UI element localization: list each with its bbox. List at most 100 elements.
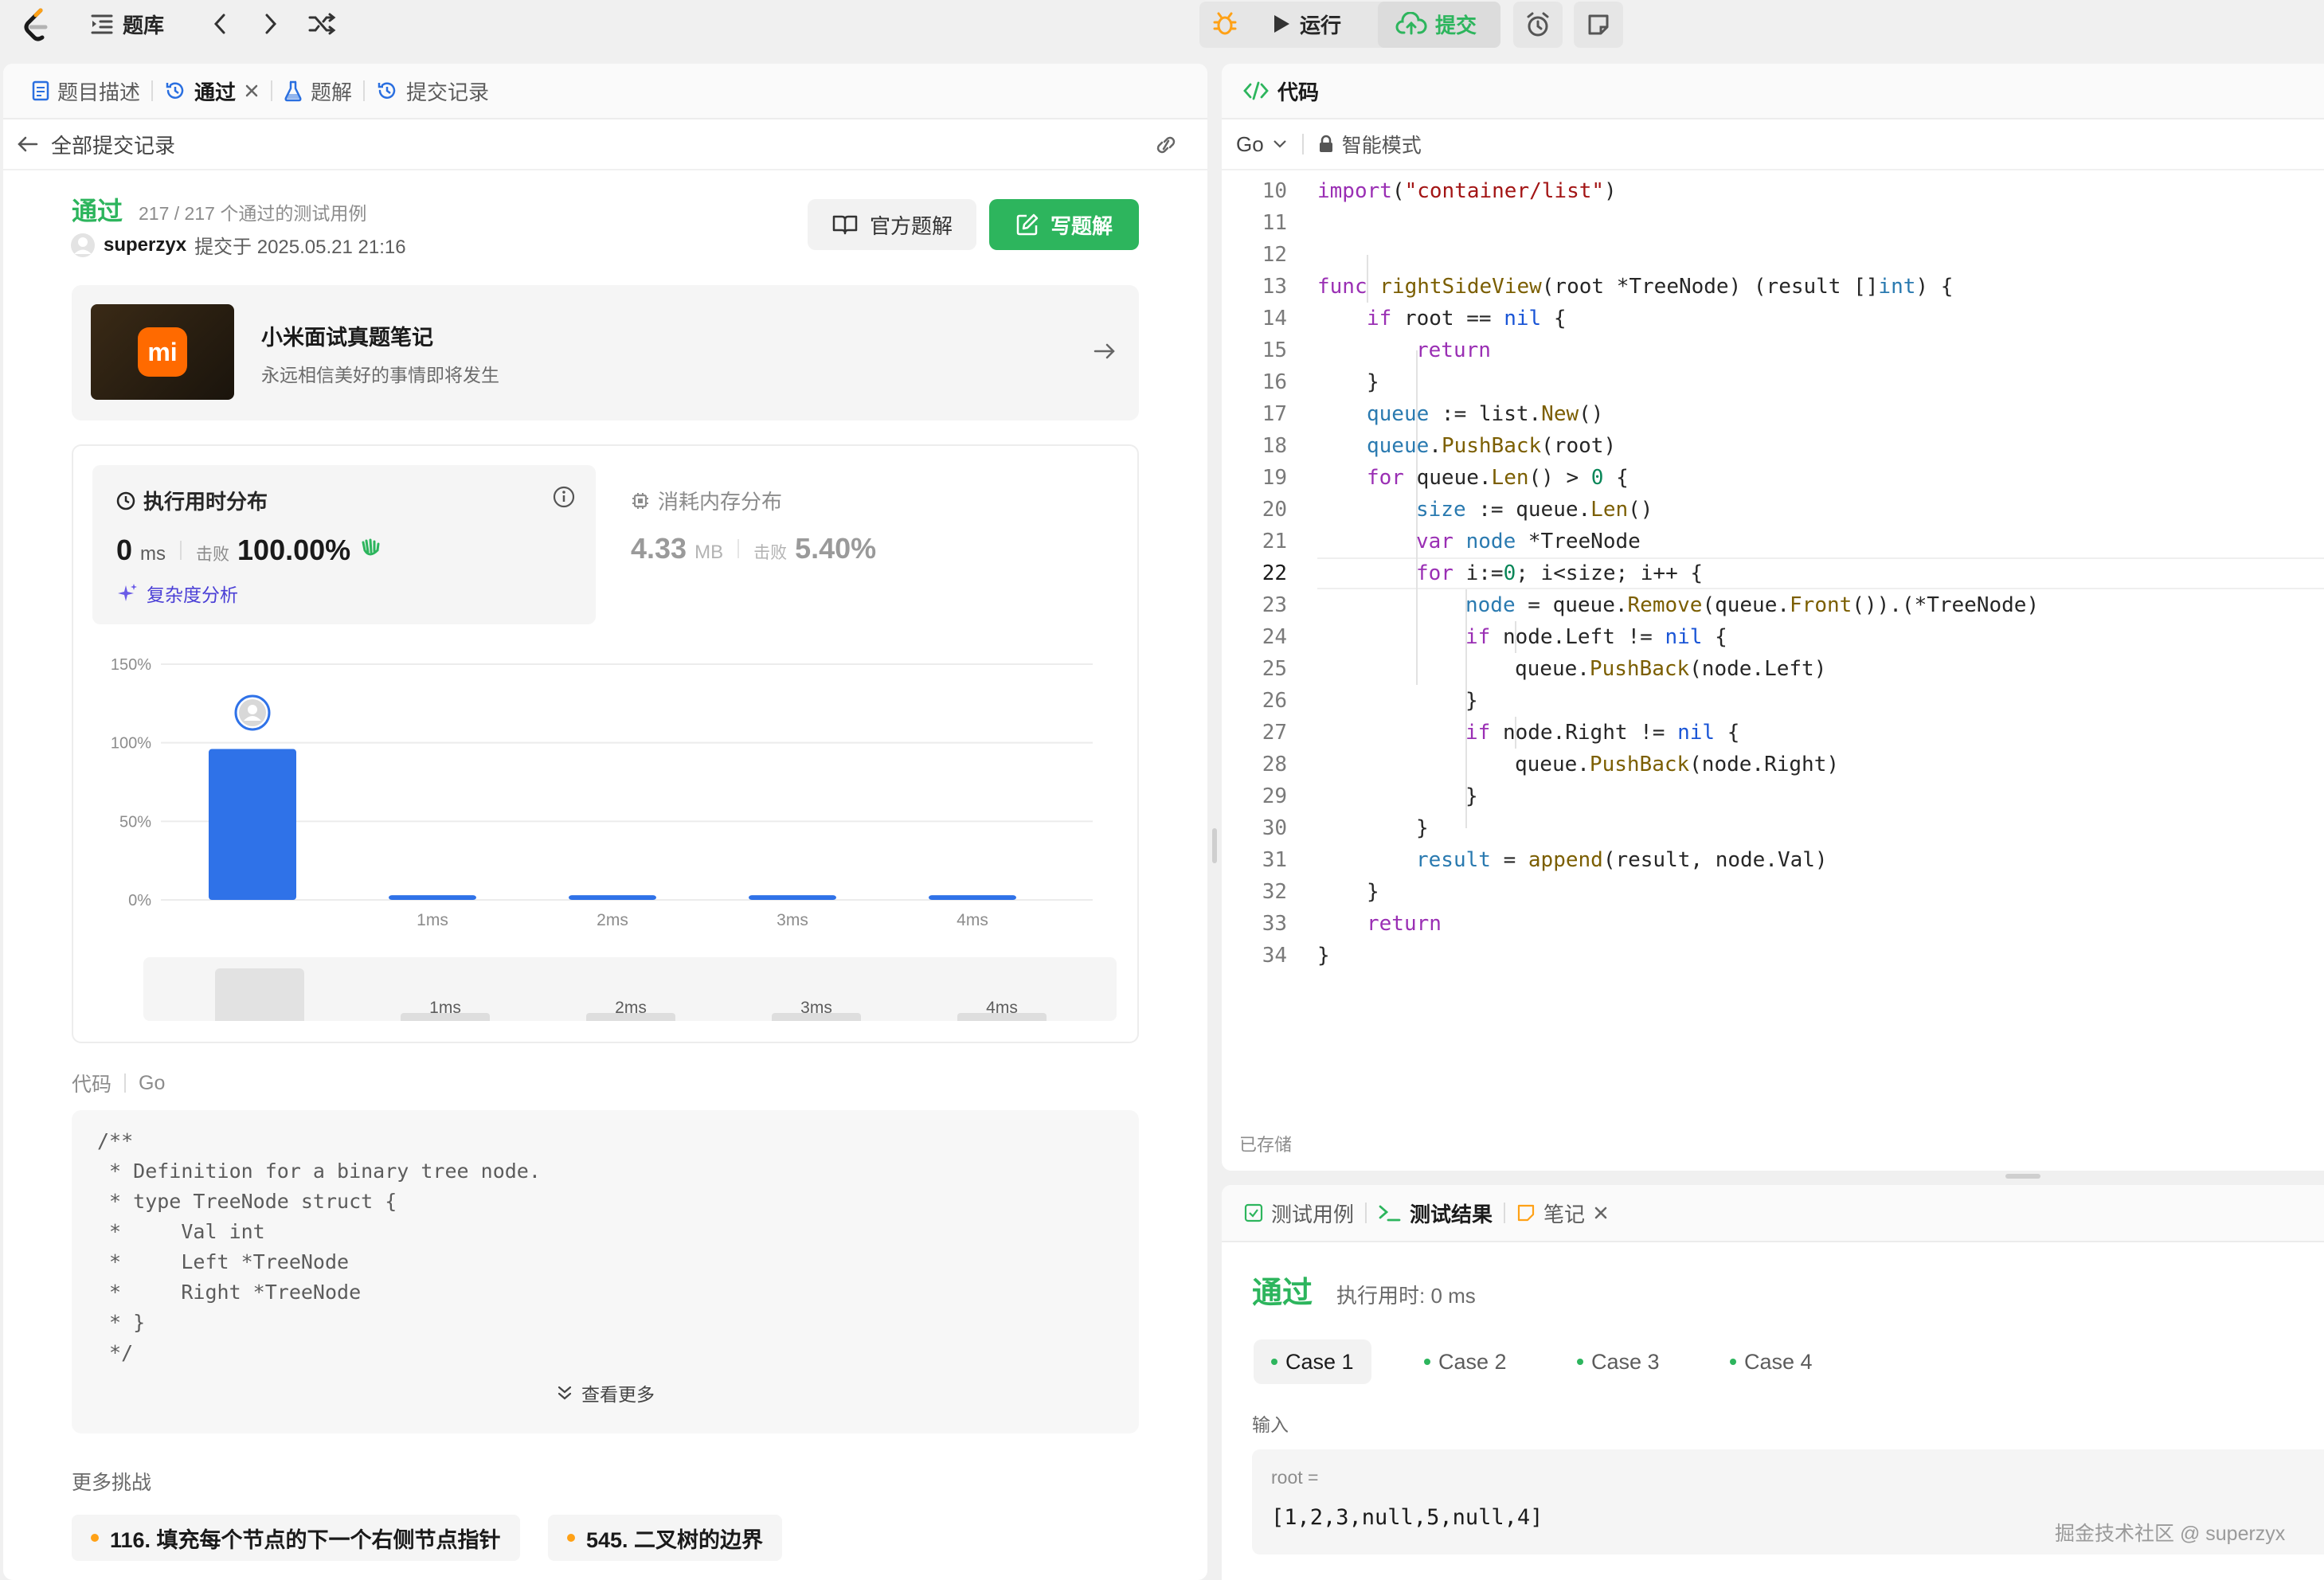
memory-title-row[interactable]: 消耗内存分布 bbox=[631, 486, 782, 515]
tab-description[interactable]: 题目描述 bbox=[21, 64, 151, 119]
note-button[interactable] bbox=[1574, 2, 1623, 48]
pass-dot bbox=[1271, 1359, 1277, 1365]
leetcode-logo-icon[interactable] bbox=[18, 6, 54, 43]
complexity-label: 复杂度分析 bbox=[147, 585, 238, 605]
bar-0ms[interactable] bbox=[209, 749, 296, 900]
run-button[interactable]: 运行 bbox=[1271, 3, 1341, 45]
runtime-value-row: 0 ms 击败 100.00% bbox=[116, 534, 384, 567]
code-comment-line: * Definition for a binary tree node. bbox=[97, 1160, 541, 1183]
see-more-button[interactable]: 查看更多 bbox=[72, 1379, 1139, 1406]
code-comment-line: */ bbox=[97, 1341, 134, 1364]
line-number: 29 bbox=[1262, 784, 1287, 808]
more-challenges-title: 更多挑战 bbox=[72, 1472, 152, 1494]
write-solution-button[interactable]: 写题解 bbox=[989, 199, 1139, 250]
arrow-left-icon[interactable] bbox=[16, 135, 38, 154]
close-icon[interactable] bbox=[1593, 1205, 1609, 1221]
tab-accepted-label: 通过 bbox=[194, 80, 237, 104]
edit-icon bbox=[1015, 213, 1039, 237]
line-number: 15 bbox=[1262, 338, 1287, 362]
horizontal-splitter-handle[interactable] bbox=[2005, 1174, 2040, 1179]
language-select[interactable]: Go bbox=[1236, 132, 1288, 157]
x-tick-label: 1ms bbox=[417, 911, 448, 929]
left-panel: 题目描述 通过 题解 提交记录 全部提交记录 通过 217 / 217 个通过的… bbox=[3, 64, 1207, 1580]
submit-button[interactable]: 提交 bbox=[1395, 3, 1477, 45]
official-solution-button[interactable]: 官方题解 bbox=[808, 199, 976, 250]
tab-code[interactable]: 代码 bbox=[1236, 64, 1325, 119]
line-number: 22 bbox=[1262, 561, 1287, 585]
chart-svg: 0% 50% 100% 150% 1ms 2ms 3ms 4ms bbox=[111, 656, 1093, 929]
case-label: Case 1 bbox=[1285, 1349, 1354, 1374]
close-icon[interactable] bbox=[244, 83, 260, 99]
tab-notes-label: 笔记 bbox=[1543, 1202, 1586, 1226]
case-tab-3[interactable]: Case 3 bbox=[1559, 1339, 1677, 1384]
cloud-upload-icon bbox=[1395, 12, 1427, 36]
bar-1ms[interactable] bbox=[389, 895, 476, 900]
app-window: { "topbar": { "problem_list_label": "题库"… bbox=[0, 0, 2324, 1580]
all-submissions-link[interactable]: 全部提交记录 bbox=[51, 130, 175, 159]
code-line: if root == nil { bbox=[1367, 307, 1567, 330]
promo-card[interactable]: mi 小米面试真题笔记 永远相信美好的事情即将发生 bbox=[72, 285, 1139, 420]
toolbar-divider bbox=[1301, 134, 1304, 154]
link-icon[interactable] bbox=[1150, 129, 1182, 161]
bar-4ms[interactable] bbox=[929, 895, 1016, 900]
chip-icon bbox=[631, 491, 650, 510]
case-tab-2[interactable]: Case 2 bbox=[1407, 1339, 1524, 1384]
submit-label: 提交 bbox=[1435, 13, 1477, 37]
history-icon bbox=[164, 80, 186, 102]
next-problem-icon[interactable] bbox=[255, 8, 287, 40]
prev-problem-icon[interactable] bbox=[204, 8, 236, 40]
watermark: 掘金技术社区 @ superzyx bbox=[2055, 1523, 2286, 1545]
code-line: import("container/list") bbox=[1317, 179, 1617, 203]
terminal-icon bbox=[1378, 1203, 1402, 1223]
case-tab-1[interactable]: Case 1 bbox=[1254, 1339, 1371, 1384]
bar-2ms[interactable] bbox=[569, 895, 656, 900]
bar-3ms[interactable] bbox=[749, 895, 836, 900]
note-icon bbox=[1587, 13, 1610, 37]
x-tick-label: 4ms bbox=[957, 911, 988, 929]
pass-dot bbox=[1424, 1359, 1430, 1365]
code-line: } bbox=[1367, 370, 1379, 394]
avatar[interactable] bbox=[70, 233, 96, 258]
tab-test-result[interactable]: 测试结果 bbox=[1367, 1185, 1504, 1241]
line-number: 14 bbox=[1262, 307, 1287, 330]
alarm-button[interactable] bbox=[1513, 2, 1563, 48]
complexity-link[interactable]: 复杂度分析 bbox=[116, 580, 238, 607]
code-line: if node.Right != nil { bbox=[1465, 721, 1740, 745]
debug-bug-icon[interactable] bbox=[1209, 8, 1241, 40]
tab-submissions[interactable]: 提交记录 bbox=[365, 64, 500, 119]
line-number: 34 bbox=[1262, 944, 1287, 968]
runtime-title: 执行用时分布 bbox=[143, 490, 268, 514]
shuffle-icon[interactable] bbox=[304, 8, 339, 40]
smart-mode-toggle[interactable]: 智能模式 bbox=[1318, 130, 1422, 158]
accepted-status: 通过 bbox=[72, 197, 123, 225]
memory-value: 4.33 bbox=[631, 532, 687, 565]
submitter-row: superzyx 提交于 2025.05.21 21:16 bbox=[70, 231, 406, 259]
pass-dot bbox=[1730, 1359, 1736, 1365]
line-number: 20 bbox=[1262, 498, 1287, 522]
case-tab-4[interactable]: Case 4 bbox=[1712, 1339, 1830, 1384]
runtime-unit: ms bbox=[140, 543, 166, 565]
line-number: 28 bbox=[1262, 753, 1287, 776]
vertical-splitter-handle[interactable] bbox=[1212, 828, 1217, 863]
chart-overview-strip[interactable]: 1ms 2ms 3ms 4ms bbox=[143, 957, 1117, 1021]
tab-submissions-label: 提交记录 bbox=[406, 80, 490, 104]
promo-title: 小米面试真题笔记 bbox=[261, 326, 433, 350]
runtime-box[interactable]: 执行用时分布 0 ms 击败 100.00% 复杂度分析 bbox=[92, 465, 596, 624]
problem-list-button[interactable]: 题库 bbox=[89, 3, 164, 45]
submitter-name[interactable]: superzyx bbox=[104, 234, 186, 256]
tab-solutions[interactable]: 题解 bbox=[272, 64, 363, 119]
y-tick-label: 0% bbox=[128, 892, 151, 909]
input-var-name: root = bbox=[1271, 1467, 1319, 1488]
challenge-chip-116[interactable]: 116. 填充每个节点的下一个右侧节点指针 bbox=[72, 1515, 520, 1561]
tab-notes[interactable]: 笔记 bbox=[1505, 1185, 1620, 1241]
tab-accepted[interactable]: 通过 bbox=[153, 64, 271, 119]
tab-testcases[interactable]: 测试用例 bbox=[1233, 1185, 1365, 1241]
code-line: return bbox=[1416, 338, 1491, 362]
line-number: 25 bbox=[1262, 657, 1287, 681]
overview-bar-highlight bbox=[215, 968, 304, 1021]
challenge-chip-545[interactable]: 545. 二叉树的边界 bbox=[548, 1515, 783, 1561]
runtime-beats: 100.00% bbox=[237, 534, 351, 566]
info-icon[interactable] bbox=[553, 486, 575, 508]
overview-tick-label: 2ms bbox=[615, 999, 647, 1017]
code-editor[interactable]: 10 11 12 13 14 15 16 17 18 19 20 21 22 23 24 25 26 27 28 29… bbox=[1222, 172, 2324, 1064]
